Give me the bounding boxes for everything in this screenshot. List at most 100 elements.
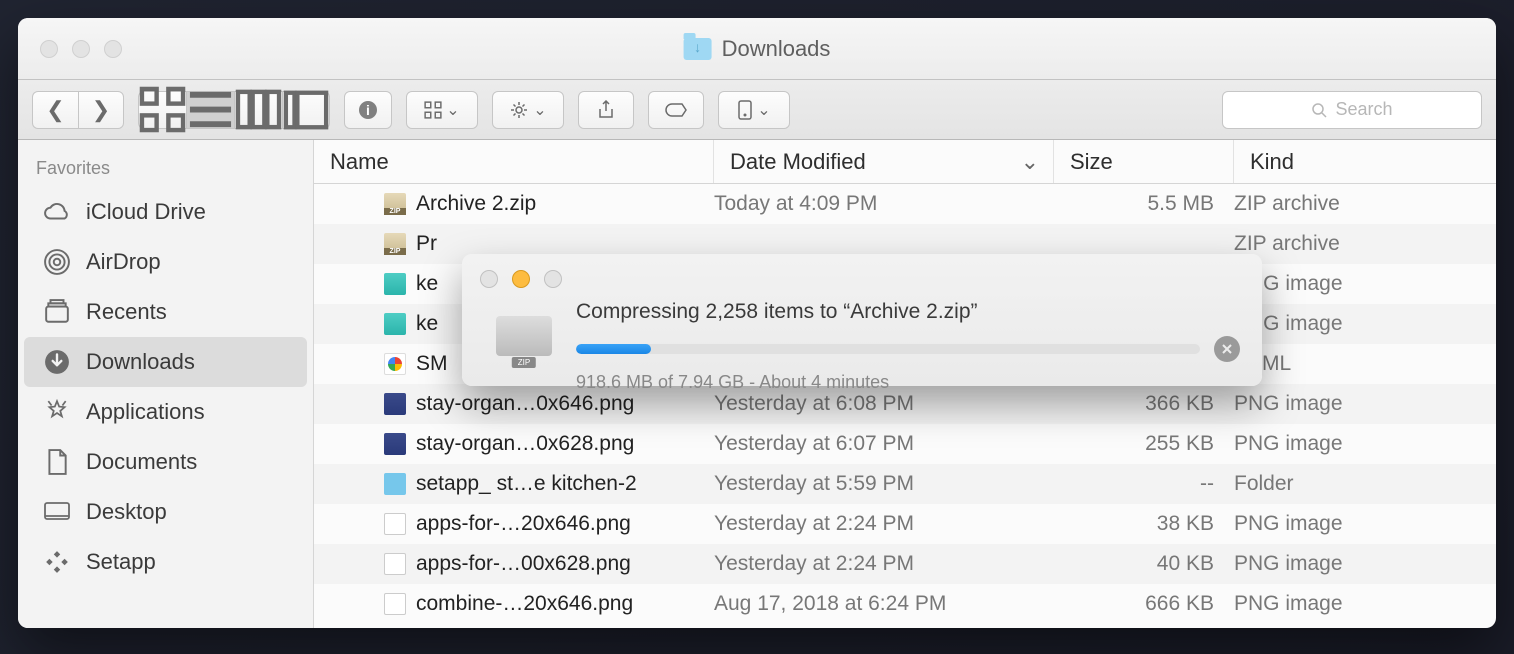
file-row[interactable]: Archive 2.zipToday at 4:09 PM5.5 MBZIP a… — [314, 184, 1496, 224]
file-kind: PNG image — [1234, 392, 1496, 416]
dialog-body: Compressing 2,258 items to “Archive 2.zi… — [576, 300, 1240, 368]
dialog-minimize-button[interactable] — [512, 270, 530, 288]
recents-icon — [42, 297, 72, 327]
file-kind: ZIP archive — [1234, 192, 1496, 216]
tags-button[interactable] — [648, 91, 704, 129]
file-size: 255 KB — [1054, 432, 1234, 456]
file-type-icon — [384, 353, 406, 375]
downloads-icon — [42, 347, 72, 377]
setapp-icon — [42, 547, 72, 577]
forward-button[interactable]: ❯ — [78, 91, 124, 129]
file-type-icon — [384, 513, 406, 535]
sidebar-item-label: Applications — [86, 399, 205, 425]
dialog-subtitle: 918.6 MB of 7.94 GB - About 4 minutes — [576, 372, 1240, 393]
sidebar-item-icloud-drive[interactable]: iCloud Drive — [24, 187, 307, 237]
columns-icon — [235, 86, 282, 133]
sidebar-item-documents[interactable]: Documents — [24, 437, 307, 487]
column-size[interactable]: Size — [1054, 140, 1234, 183]
column-kind[interactable]: Kind — [1234, 140, 1496, 183]
sidebar-item-applications[interactable]: Applications — [24, 387, 307, 437]
file-name: ke — [416, 272, 438, 296]
file-size: 366 KB — [1054, 392, 1234, 416]
sidebar-item-label: AirDrop — [86, 249, 161, 275]
sidebar-item-label: Documents — [86, 449, 197, 475]
file-date: Yesterday at 2:24 PM — [714, 552, 1054, 576]
sidebar-item-desktop[interactable]: Desktop — [24, 487, 307, 537]
share-icon — [598, 100, 614, 120]
search-field[interactable]: Search — [1222, 91, 1482, 129]
file-name: Pr — [416, 232, 437, 256]
icon-view-button[interactable] — [138, 91, 186, 129]
file-kind: PNG image — [1234, 552, 1496, 576]
file-name: combine-…20x646.png — [416, 592, 633, 616]
svg-text:i: i — [366, 102, 370, 118]
file-name: stay-organ…0x646.png — [416, 392, 634, 416]
sidebar-item-airdrop[interactable]: AirDrop — [24, 237, 307, 287]
minimize-window-button[interactable] — [72, 40, 90, 58]
cancel-button[interactable] — [1214, 336, 1240, 362]
sort-chevron-down-icon: ⌄ — [1021, 149, 1039, 175]
file-kind: HTML — [1234, 352, 1496, 376]
window-controls — [40, 40, 122, 58]
action-button[interactable]: ⌄ — [492, 91, 564, 129]
file-kind: Folder — [1234, 472, 1496, 496]
sidebar-item-label: iCloud Drive — [86, 199, 206, 225]
file-type-icon — [384, 433, 406, 455]
device-icon — [737, 100, 753, 120]
file-name: SM — [416, 352, 448, 376]
close-icon — [1221, 343, 1233, 355]
file-name: setapp_ st…e kitchen-2 — [416, 472, 637, 496]
progress-bar — [576, 344, 1200, 354]
progress-bar-row — [576, 336, 1240, 362]
gear-icon — [509, 100, 529, 120]
zip-box-icon — [494, 308, 554, 368]
column-view-button[interactable] — [234, 91, 282, 129]
file-row[interactable]: combine-…20x646.pngAug 17, 2018 at 6:24 … — [314, 584, 1496, 624]
file-row[interactable]: stay-organ…0x628.pngYesterday at 6:07 PM… — [314, 424, 1496, 464]
file-date: Today at 4:09 PM — [714, 192, 1054, 216]
dropbox-button[interactable]: ⌄ — [718, 91, 790, 129]
sidebar-item-downloads[interactable]: Downloads — [24, 337, 307, 387]
sidebar-item-recents[interactable]: Recents — [24, 287, 307, 337]
file-name: ke — [416, 312, 438, 336]
file-date: Yesterday at 6:08 PM — [714, 392, 1054, 416]
view-mode-buttons — [138, 91, 330, 129]
file-type-icon — [384, 193, 406, 215]
file-type-icon — [384, 473, 406, 495]
zoom-window-button[interactable] — [104, 40, 122, 58]
file-row[interactable]: apps-for-…20x646.pngYesterday at 2:24 PM… — [314, 504, 1496, 544]
list-view-button[interactable] — [186, 91, 234, 129]
grid-icon — [139, 86, 186, 133]
file-row[interactable]: setapp_ st…e kitchen-2Yesterday at 5:59 … — [314, 464, 1496, 504]
sidebar-section-label: Favorites — [18, 154, 313, 187]
sidebar: Favorites iCloud Drive AirDrop Recents Down… — [18, 140, 314, 628]
file-row[interactable]: apps-for-…00x628.png Yesterday at 2:24 PM… — [314, 544, 1496, 584]
column-date[interactable]: Date Modified ⌄ — [714, 140, 1054, 183]
file-kind: PNG image — [1234, 312, 1496, 336]
share-button[interactable] — [578, 91, 634, 129]
back-button[interactable]: ❮ — [32, 91, 78, 129]
dialog-zoom-button[interactable] — [544, 270, 562, 288]
file-size: 38 KB — [1054, 512, 1234, 536]
progress-bar-fill — [576, 344, 651, 354]
info-button[interactable]: i — [344, 91, 392, 129]
sidebar-item-setapp[interactable]: Setapp — [24, 537, 307, 587]
chevron-down-icon: ⌄ — [533, 100, 546, 120]
dialog-close-button[interactable] — [480, 270, 498, 288]
column-name[interactable]: Name — [314, 140, 714, 183]
desktop-icon — [42, 497, 72, 527]
close-window-button[interactable] — [40, 40, 58, 58]
sidebar-item-label: Downloads — [86, 349, 195, 375]
file-kind: PNG image — [1234, 512, 1496, 536]
file-type-icon — [384, 393, 406, 415]
column-headers: Name Date Modified ⌄ Size Kind — [314, 140, 1496, 184]
sidebar-item-label: Recents — [86, 299, 167, 325]
arrange-button[interactable]: ⌄ — [406, 91, 478, 129]
file-name: apps-for-…00x628.png — [416, 552, 631, 576]
nav-buttons: ❮ ❯ — [32, 91, 124, 129]
file-size: -- — [1054, 472, 1234, 496]
window-title: Downloads — [684, 36, 831, 62]
file-kind: ZIP archive — [1234, 232, 1496, 256]
gallery-view-button[interactable] — [282, 91, 330, 129]
chevron-down-icon: ⌄ — [757, 100, 770, 120]
